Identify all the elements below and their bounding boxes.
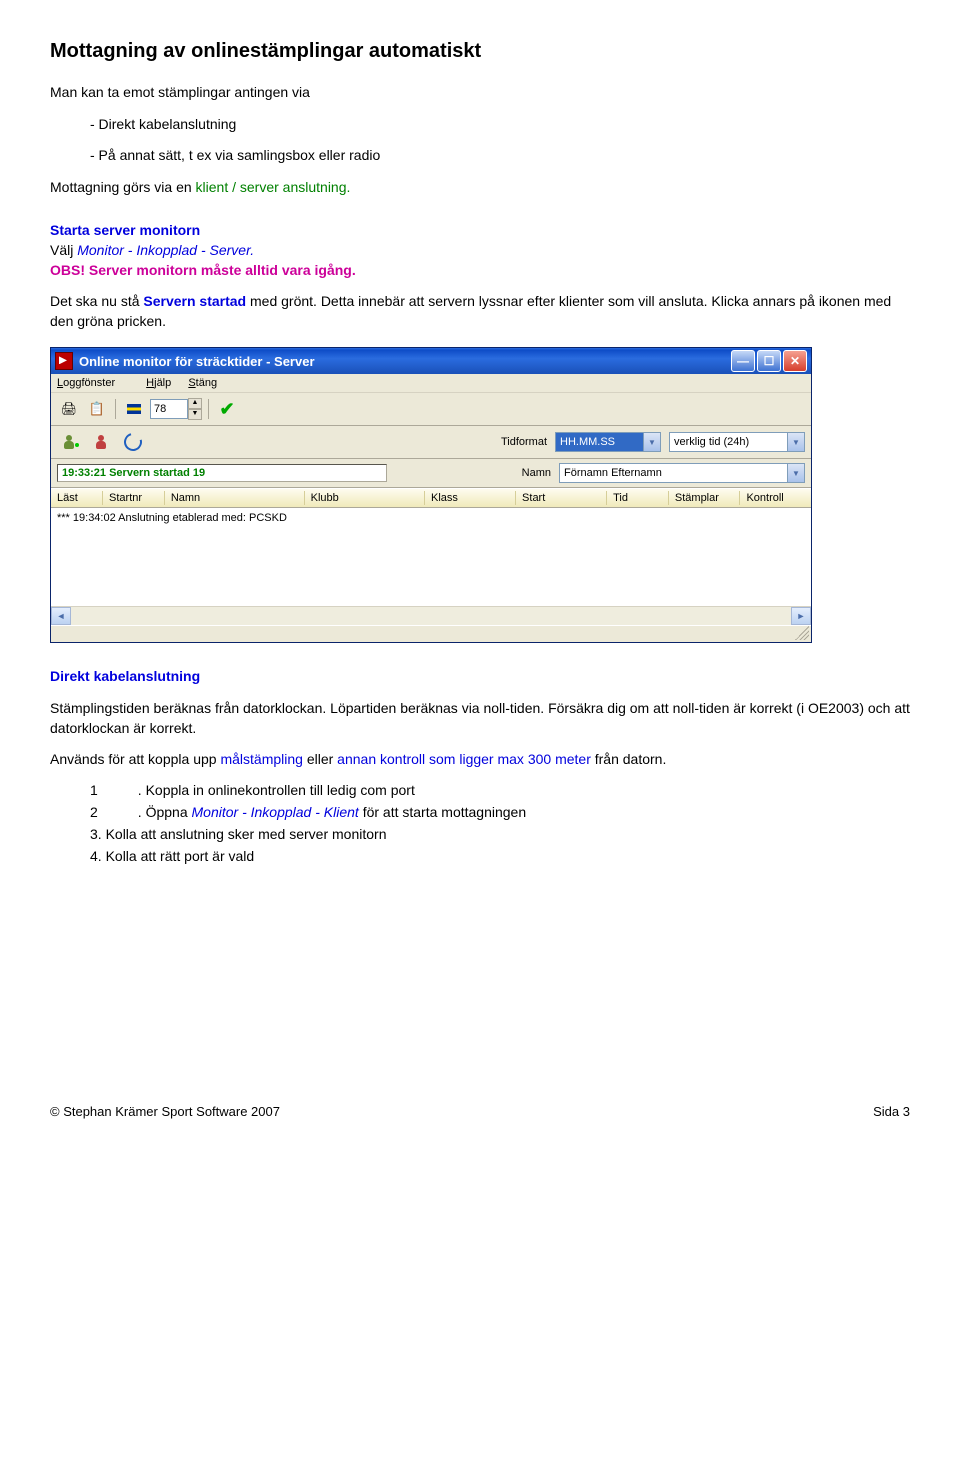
check-icon: ✔ — [219, 399, 234, 420]
text: 1 — [90, 782, 98, 798]
text-highlight: annan kontroll som ligger max 300 meter — [337, 751, 591, 767]
chevron-down-icon: ▼ — [643, 433, 660, 451]
column-header[interactable]: Klubb — [305, 491, 425, 505]
copyright-text: © Stephan Krämer Sport Software 2007 — [50, 1104, 280, 1119]
scroll-right-button[interactable]: ► — [791, 607, 811, 625]
status-text: 19:33:21 Servern startad 19 — [57, 464, 387, 482]
chevron-down-icon: ▼ — [787, 433, 804, 451]
column-header[interactable]: Startnr — [103, 491, 165, 505]
minimize-button[interactable]: — — [731, 350, 755, 372]
menu-item[interactable]: Hjälp — [146, 377, 171, 389]
paragraph: Mottagning görs via en klient / server a… — [50, 178, 910, 198]
text: 2 — [90, 804, 98, 820]
list-item: 2 . Öppna Monitor - Inkopplad - Klient fö… — [90, 804, 910, 820]
app-icon — [55, 352, 73, 370]
text: Mottagning görs via en — [50, 179, 196, 195]
combo-value: verklig tid (24h) — [674, 436, 749, 448]
combo-value: Förnamn Efternamn — [564, 467, 662, 479]
field-label: Tidformat — [481, 436, 547, 448]
copy-button[interactable]: 📋 — [85, 397, 109, 421]
list-item: 1 . Koppla in onlinekontrollen till ledig… — [90, 782, 910, 798]
titlebar[interactable]: Online monitor för sträcktider - Server … — [51, 348, 811, 374]
print-button[interactable]: 🖨 — [57, 397, 81, 421]
refresh-button[interactable] — [121, 430, 145, 454]
toolbar-row: Tidformat HH.MM.SS ▼ verklig tid (24h) ▼ — [51, 426, 811, 459]
list-item: 3. Kolla att anslutning sker med server … — [90, 826, 910, 842]
refresh-icon — [121, 430, 146, 455]
text: för att starta mottagningen — [359, 804, 526, 820]
column-header[interactable]: Stämplar — [669, 491, 741, 505]
resize-grip[interactable] — [795, 626, 809, 640]
text: eller — [303, 751, 337, 767]
page-number: Sida 3 — [873, 1104, 910, 1119]
text: Det ska nu stå — [50, 293, 143, 309]
page-footer: © Stephan Krämer Sport Software 2007 Sid… — [50, 1104, 910, 1119]
timemode-combo[interactable]: verklig tid (24h) ▼ — [669, 432, 805, 452]
text: från datorn. — [591, 751, 667, 767]
paragraph: Stämplingstiden beräknas från datorklock… — [50, 699, 910, 738]
column-header[interactable]: Tid — [607, 491, 669, 505]
menu-path: Monitor - Inkopplad - Server. — [77, 242, 254, 258]
list-item: 4. Kolla att rätt port är vald — [90, 848, 910, 864]
toolbar-row: 19:33:21 Servern startad 19 Namn Förnamn… — [51, 459, 811, 488]
chevron-down-icon: ▼ — [787, 464, 804, 482]
text: . Koppla in onlinekontrollen till ledig … — [138, 782, 415, 798]
separator — [208, 399, 209, 419]
section-heading: Starta server monitorn — [50, 222, 200, 238]
section-heading: Direkt kabelanslutning — [50, 668, 200, 684]
column-header[interactable]: Läst — [51, 491, 103, 505]
statusbar — [51, 625, 811, 642]
menubar: Loggfönster Hjälp Stäng — [51, 374, 811, 393]
table-header: Läst Startnr Namn Klubb Klass Start Tid … — [51, 488, 811, 508]
menu-label: oggfönster — [63, 377, 115, 389]
bullet-item: - Direkt kabelanslutning — [90, 115, 910, 135]
field-label: Namn — [485, 467, 551, 479]
log-line: *** 19:34:02 Anslutning etablerad med: P… — [57, 512, 287, 524]
text-highlight: målstämpling — [220, 751, 302, 767]
page-title: Mottagning av onlinestämplingar automati… — [50, 40, 910, 63]
user-offline-icon[interactable] — [89, 430, 113, 454]
toolbar: 🖨 📋 78 ▲▼ ✔ — [51, 393, 811, 426]
maximize-button[interactable]: ☐ — [757, 350, 781, 372]
timeformat-combo[interactable]: HH.MM.SS ▼ — [555, 432, 661, 452]
column-header[interactable]: Namn — [165, 491, 305, 505]
name-combo[interactable]: Förnamn Efternamn ▼ — [559, 463, 805, 483]
combo-value: HH.MM.SS — [560, 436, 615, 448]
text: Används för att koppla upp — [50, 751, 220, 767]
warning-text: OBS! Server monitorn måste alltid vara i… — [50, 262, 356, 278]
menu-path: Monitor - Inkopplad - Klient — [192, 804, 359, 820]
menu-item[interactable]: Loggfönster — [57, 377, 129, 389]
user-online-icon[interactable] — [57, 430, 81, 454]
column-header[interactable]: Kontroll — [740, 491, 811, 505]
confirm-button[interactable]: ✔ — [215, 397, 239, 421]
intro-text: Man kan ta emot stämplingar antingen via — [50, 83, 910, 103]
text: . Öppna — [138, 804, 192, 820]
log-area: *** 19:34:02 Anslutning etablerad med: P… — [51, 508, 811, 606]
column-header[interactable]: Start — [516, 491, 607, 505]
text-highlight: klient / server anslutning. — [196, 179, 351, 195]
window-title: Online monitor för sträcktider - Server — [79, 354, 731, 369]
spinner-value[interactable]: 78 — [150, 399, 188, 419]
text-highlight: Servern startad — [143, 293, 246, 309]
flag-icon[interactable] — [122, 397, 146, 421]
spinner-down[interactable]: ▼ — [188, 409, 202, 420]
menu-item[interactable]: Stäng — [188, 377, 217, 389]
app-window: Online monitor för sträcktider - Server … — [50, 347, 812, 643]
separator — [115, 399, 116, 419]
text: Välj — [50, 242, 77, 258]
bullet-item: - På annat sätt, t ex via samlingsbox el… — [90, 146, 910, 166]
scrollbar[interactable]: ◄ ► — [51, 606, 811, 625]
close-button[interactable]: ✕ — [783, 350, 807, 372]
spinner-up[interactable]: ▲ — [188, 398, 202, 409]
paragraph: Det ska nu stå Servern startad med grönt… — [50, 292, 910, 331]
number-spinner[interactable]: 78 ▲▼ — [150, 399, 202, 419]
scroll-left-button[interactable]: ◄ — [51, 607, 71, 625]
column-header[interactable]: Klass — [425, 491, 516, 505]
paragraph: Används för att koppla upp målstämpling … — [50, 750, 910, 770]
